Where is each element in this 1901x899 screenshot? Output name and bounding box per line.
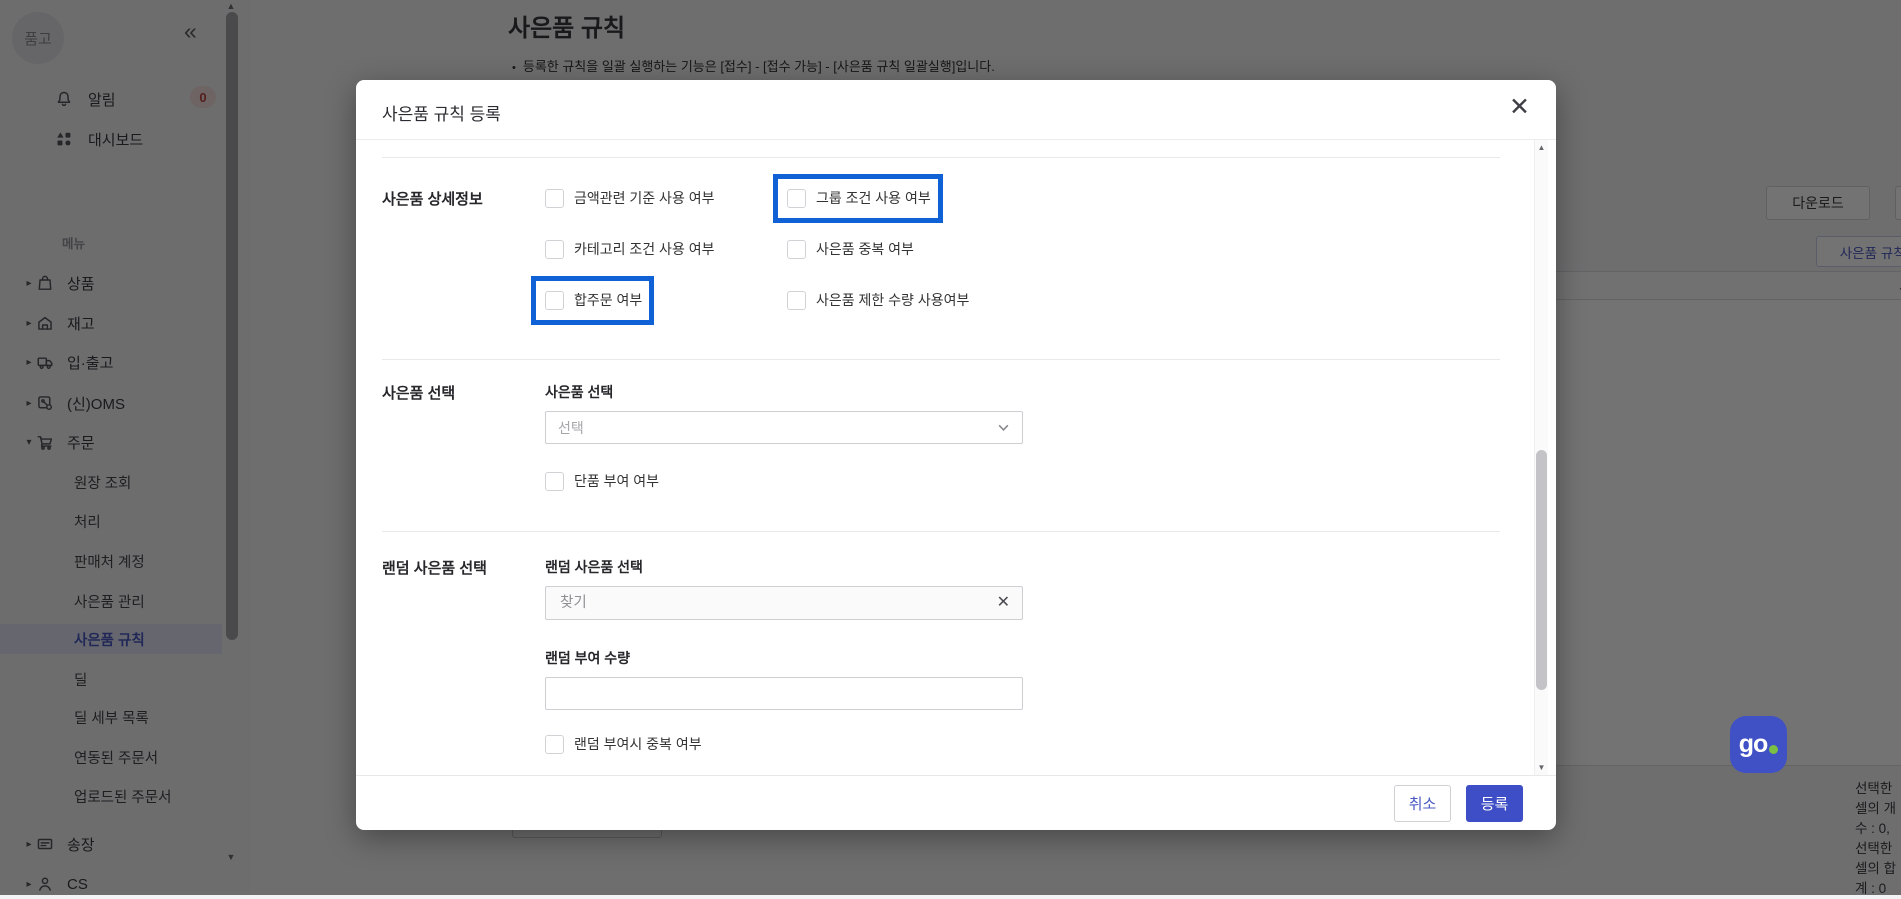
modal-header: 사은품 규칙 등록 ✕ bbox=[356, 80, 1556, 140]
checkbox-gift-duplicate[interactable]: 사은품 중복 여부 bbox=[787, 239, 914, 259]
modal-footer: 취소 등록 bbox=[356, 775, 1556, 830]
cancel-button[interactable]: 취소 bbox=[1394, 784, 1451, 822]
checkbox-box[interactable] bbox=[787, 188, 806, 208]
checkbox-label: 랜덤 부여시 중복 여부 bbox=[574, 736, 702, 752]
checkbox-single-item-grant[interactable]: 단품 부여 여부 bbox=[545, 471, 659, 491]
gift-select-dropdown[interactable]: 선택 bbox=[545, 411, 1023, 444]
checkbox-box[interactable] bbox=[545, 239, 564, 259]
modal-body: 사은품 상세정보 금액관련 기준 사용 여부 그룹 조건 사용 여부 카테고리 … bbox=[356, 140, 1556, 775]
checkbox-label: 사은품 중복 여부 bbox=[816, 241, 914, 257]
random-gift-search-box[interactable]: ✕ bbox=[545, 586, 1023, 620]
gift-select-placeholder: 선택 bbox=[558, 419, 584, 436]
random-gift-field-label: 랜덤 사은품 선택 bbox=[545, 559, 643, 575]
close-icon[interactable]: ✕ bbox=[1509, 95, 1530, 120]
checkbox-label: 금액관련 기준 사용 여부 bbox=[574, 190, 715, 206]
checkbox-label: 카테고리 조건 사용 여부 bbox=[574, 241, 715, 257]
checkbox-box[interactable] bbox=[787, 239, 806, 259]
random-section-label: 랜덤 사은품 선택 bbox=[382, 560, 487, 577]
detail-checkbox-grid: 금액관련 기준 사용 여부 그룹 조건 사용 여부 카테고리 조건 사용 여부 … bbox=[530, 174, 969, 325]
random-gift-section: 랜덤 사은품 선택 랜덤 사은품 선택 ✕ 랜덤 부여 수량 랜덤 부여시 중복… bbox=[382, 531, 1500, 775]
checkbox-random-duplicate[interactable]: 랜덤 부여시 중복 여부 bbox=[545, 734, 702, 754]
modal-scroll-up-icon[interactable]: ▲ bbox=[1535, 143, 1548, 152]
gift-rule-register-modal: 사은품 규칙 등록 ✕ 사은품 상세정보 금액관련 기준 사용 여부 그룹 조건… bbox=[356, 80, 1556, 830]
checkbox-label: 사은품 제한 수량 사용여부 bbox=[816, 292, 970, 308]
checkbox-category-condition[interactable]: 카테고리 조건 사용 여부 bbox=[545, 239, 714, 259]
checkbox-box[interactable] bbox=[545, 290, 564, 310]
checkbox-box[interactable] bbox=[545, 734, 564, 754]
detail-section: 사은품 상세정보 금액관련 기준 사용 여부 그룹 조건 사용 여부 카테고리 … bbox=[382, 157, 1500, 359]
random-section-content: 랜덤 사은품 선택 ✕ 랜덤 부여 수량 랜덤 부여시 중복 여부 bbox=[545, 557, 1023, 754]
checkbox-label: 그룹 조건 사용 여부 bbox=[816, 190, 931, 206]
checkbox-amount-criteria[interactable]: 금액관련 기준 사용 여부 bbox=[545, 188, 714, 208]
random-gift-search-input[interactable] bbox=[558, 594, 962, 612]
gift-section-label: 사은품 선택 bbox=[382, 385, 456, 402]
checkbox-group-condition[interactable]: 그룹 조건 사용 여부 bbox=[773, 174, 943, 223]
checkbox-combined-order[interactable]: 합주문 여부 bbox=[530, 276, 655, 325]
clear-icon[interactable]: ✕ bbox=[997, 595, 1010, 611]
checkbox-box[interactable] bbox=[787, 290, 806, 310]
checkbox-label: 합주문 여부 bbox=[574, 292, 643, 308]
checkbox-label: 단품 부여 여부 bbox=[574, 473, 660, 489]
detail-section-label: 사은품 상세정보 bbox=[382, 191, 483, 208]
random-quantity-input[interactable] bbox=[545, 677, 1023, 710]
checkbox-box[interactable] bbox=[545, 188, 564, 208]
modal-scrollbar-thumb[interactable] bbox=[1536, 450, 1547, 690]
gift-select-field-label: 사은품 선택 bbox=[545, 384, 614, 400]
modal-scroll-down-icon[interactable]: ▼ bbox=[1535, 763, 1548, 772]
chevron-down-icon bbox=[998, 424, 1009, 431]
go-badge-text: go bbox=[1738, 730, 1769, 758]
gift-select-section: 사은품 선택 사은품 선택 선택 단품 부여 여부 bbox=[382, 359, 1500, 531]
go-badge-dot bbox=[1769, 745, 1779, 754]
random-quantity-label: 랜덤 부여 수량 bbox=[545, 650, 631, 666]
submit-button[interactable]: 등록 bbox=[1466, 784, 1523, 822]
checkbox-gift-limit-quantity[interactable]: 사은품 제한 수량 사용여부 bbox=[787, 290, 969, 310]
modal-scrollbar: ▲ ▼ bbox=[1534, 140, 1548, 775]
checkbox-box[interactable] bbox=[545, 471, 564, 491]
go-helper-badge[interactable]: go bbox=[1730, 716, 1787, 773]
gift-section-content: 사은품 선택 선택 단품 부여 여부 bbox=[545, 382, 1023, 491]
modal-title: 사은품 규칙 등록 bbox=[382, 105, 501, 124]
